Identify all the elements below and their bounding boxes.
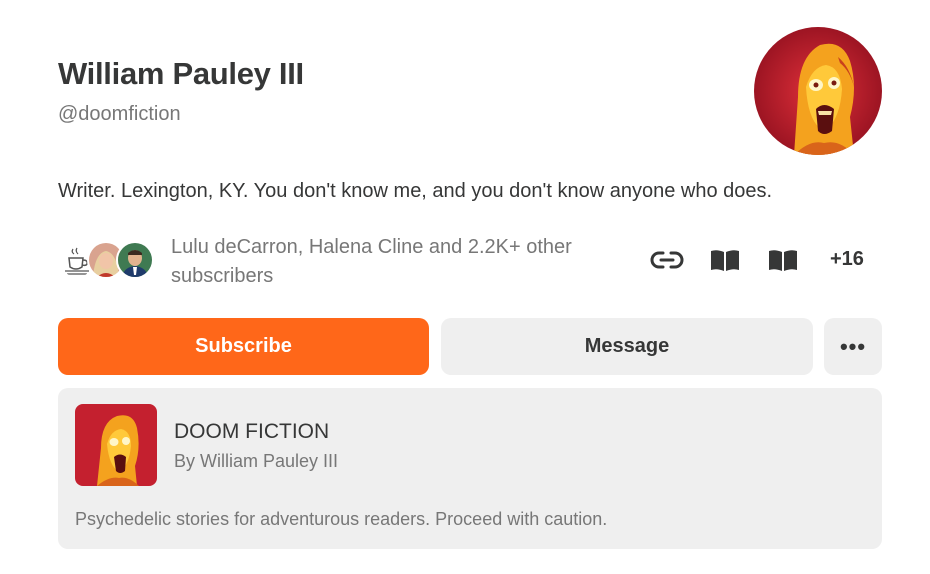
subscriber-avatars[interactable] (58, 241, 158, 279)
message-button[interactable]: Message (441, 318, 813, 375)
profile-handle: @doomfiction (58, 103, 181, 125)
publication-title[interactable]: DOOM FICTION (174, 420, 329, 444)
publication-logo (75, 404, 157, 486)
profile-bio: Writer. Lexington, KY. You don't know me… (58, 180, 773, 202)
publication-byline: By William Pauley III (174, 451, 339, 471)
book-icon[interactable] (766, 247, 800, 273)
profile-name: William Pauley III (58, 56, 304, 91)
publication-description: Psychedelic stories for adventurous read… (75, 509, 608, 529)
profile-avatar[interactable] (754, 27, 882, 155)
publication-card[interactable]: DOOM FICTION By William Pauley III Psych… (58, 388, 882, 549)
subscriber-avatar-man (116, 241, 154, 279)
subscribe-button[interactable]: Subscribe (58, 318, 429, 375)
subscribers-text[interactable]: Lulu deCarron, Halena Cline and 2.2K+ ot… (171, 233, 611, 291)
more-links-count[interactable]: +16 (830, 248, 864, 271)
link-icon[interactable] (649, 247, 685, 273)
book-icon[interactable] (708, 247, 742, 273)
more-options-button[interactable]: ••• (824, 318, 882, 375)
